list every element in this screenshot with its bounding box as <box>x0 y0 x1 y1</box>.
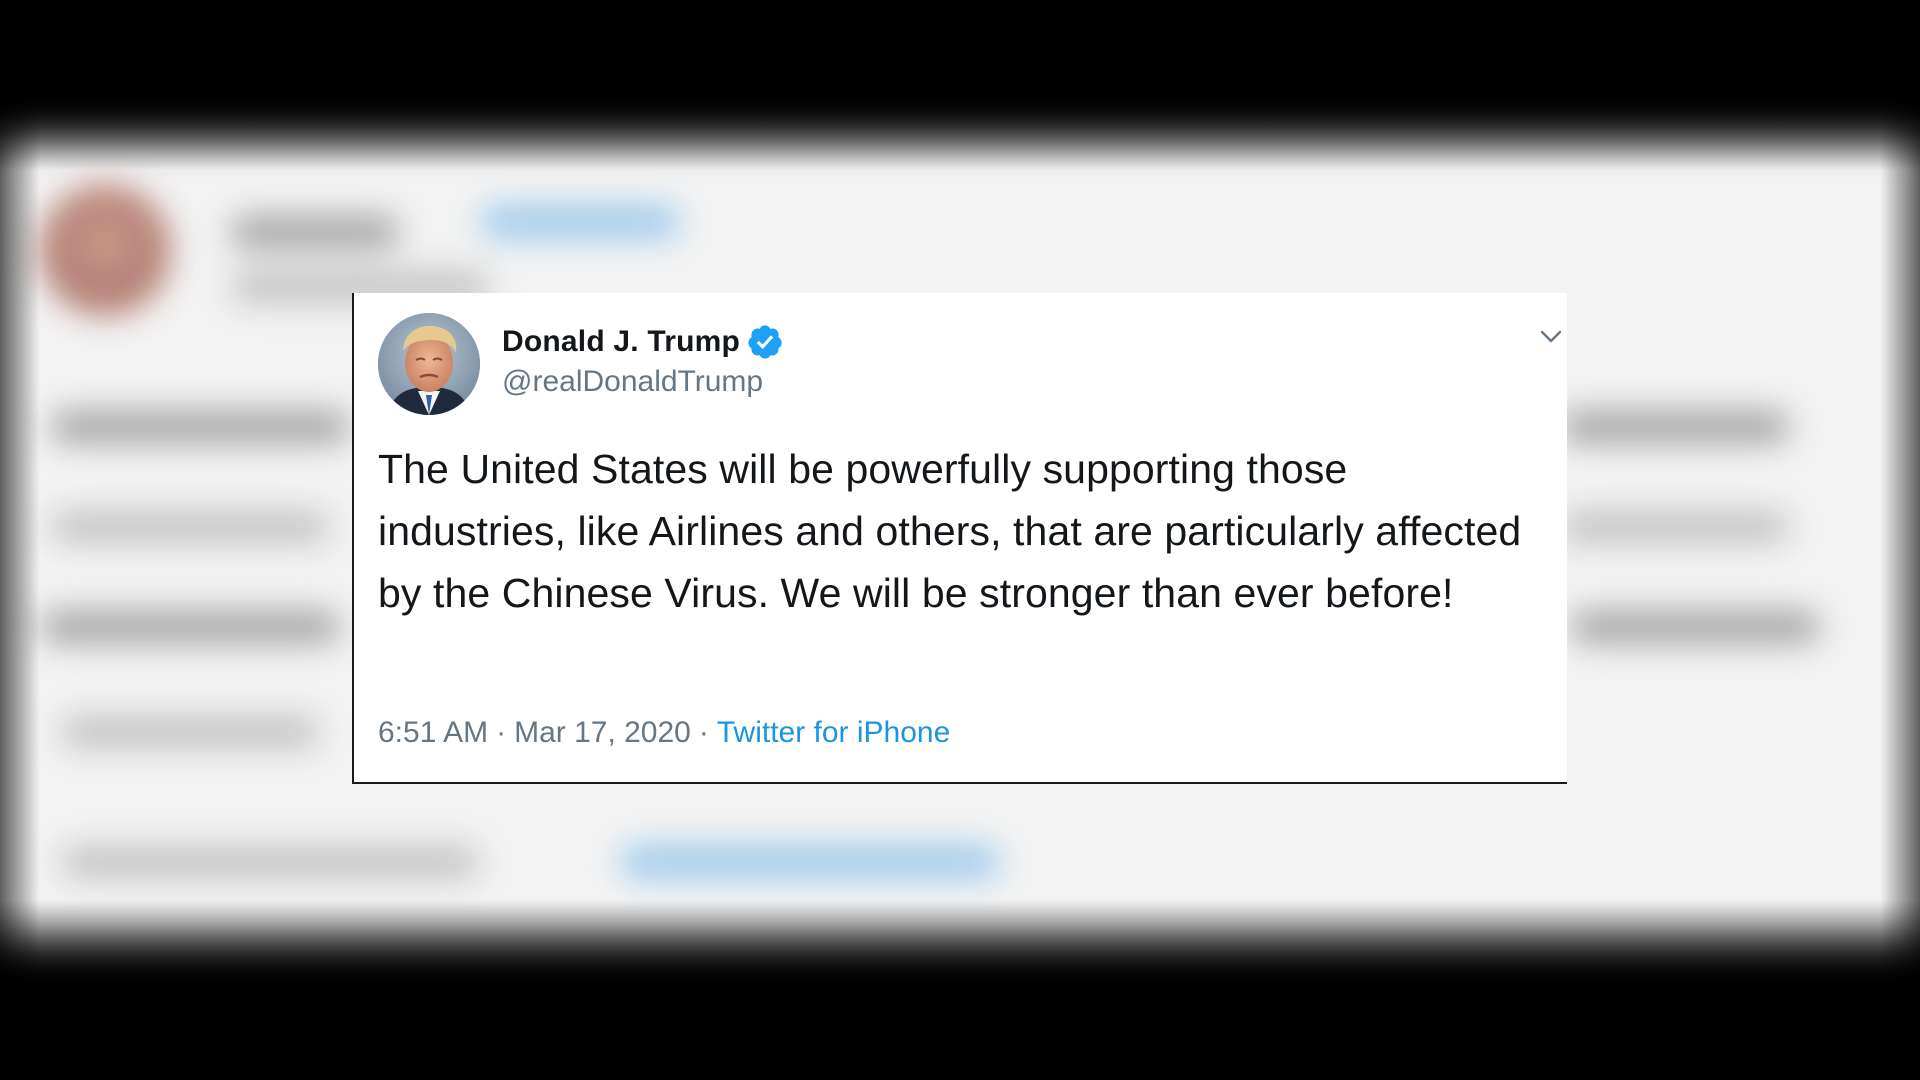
tweet-card: Donald J. Trump @realDonaldTrump The Uni… <box>352 293 1567 784</box>
blurred-text-line <box>1560 410 1790 444</box>
blurred-text-line <box>50 510 330 544</box>
tweet-text: The United States will be powerfully sup… <box>378 446 1522 616</box>
blurred-text-line <box>1560 510 1790 544</box>
tweet-metadata: 6:51 AM · Mar 17, 2020 · Twitter for iPhone <box>378 716 950 750</box>
blurred-source-line <box>620 845 1000 879</box>
avatar[interactable] <box>378 313 480 415</box>
meta-separator: · <box>496 716 507 749</box>
author-name-row: Donald J. Trump <box>502 323 784 361</box>
blurred-text-line <box>40 610 340 644</box>
blurred-text-line <box>1570 610 1820 644</box>
blurred-name <box>230 215 400 249</box>
meta-separator: · <box>698 716 709 749</box>
tweet-date[interactable]: Mar 17, 2020 <box>514 716 691 749</box>
author-name[interactable]: Donald J. Trump <box>502 325 740 359</box>
blurred-handle <box>480 205 680 239</box>
author-handle[interactable]: @realDonaldTrump <box>502 365 784 399</box>
tweet-time[interactable]: 6:51 AM <box>378 716 488 749</box>
profile-photo <box>378 313 480 415</box>
tweet-author: Donald J. Trump @realDonaldTrump <box>502 323 784 399</box>
letterbox-top <box>0 0 1920 170</box>
vignette-left <box>0 0 40 1080</box>
blurred-meta-line <box>60 845 480 879</box>
tweet-source-link[interactable]: Twitter for iPhone <box>717 716 950 749</box>
vignette-right <box>1880 0 1920 1080</box>
blurred-avatar <box>40 185 170 315</box>
blurred-text-line <box>50 410 350 444</box>
chevron-down-icon[interactable] <box>1536 321 1566 351</box>
letterbox-bottom <box>0 900 1920 1080</box>
blurred-text-line <box>60 715 320 749</box>
verified-badge-icon <box>746 323 784 361</box>
video-frame: Donald J. Trump @realDonaldTrump The Uni… <box>0 0 1920 1080</box>
